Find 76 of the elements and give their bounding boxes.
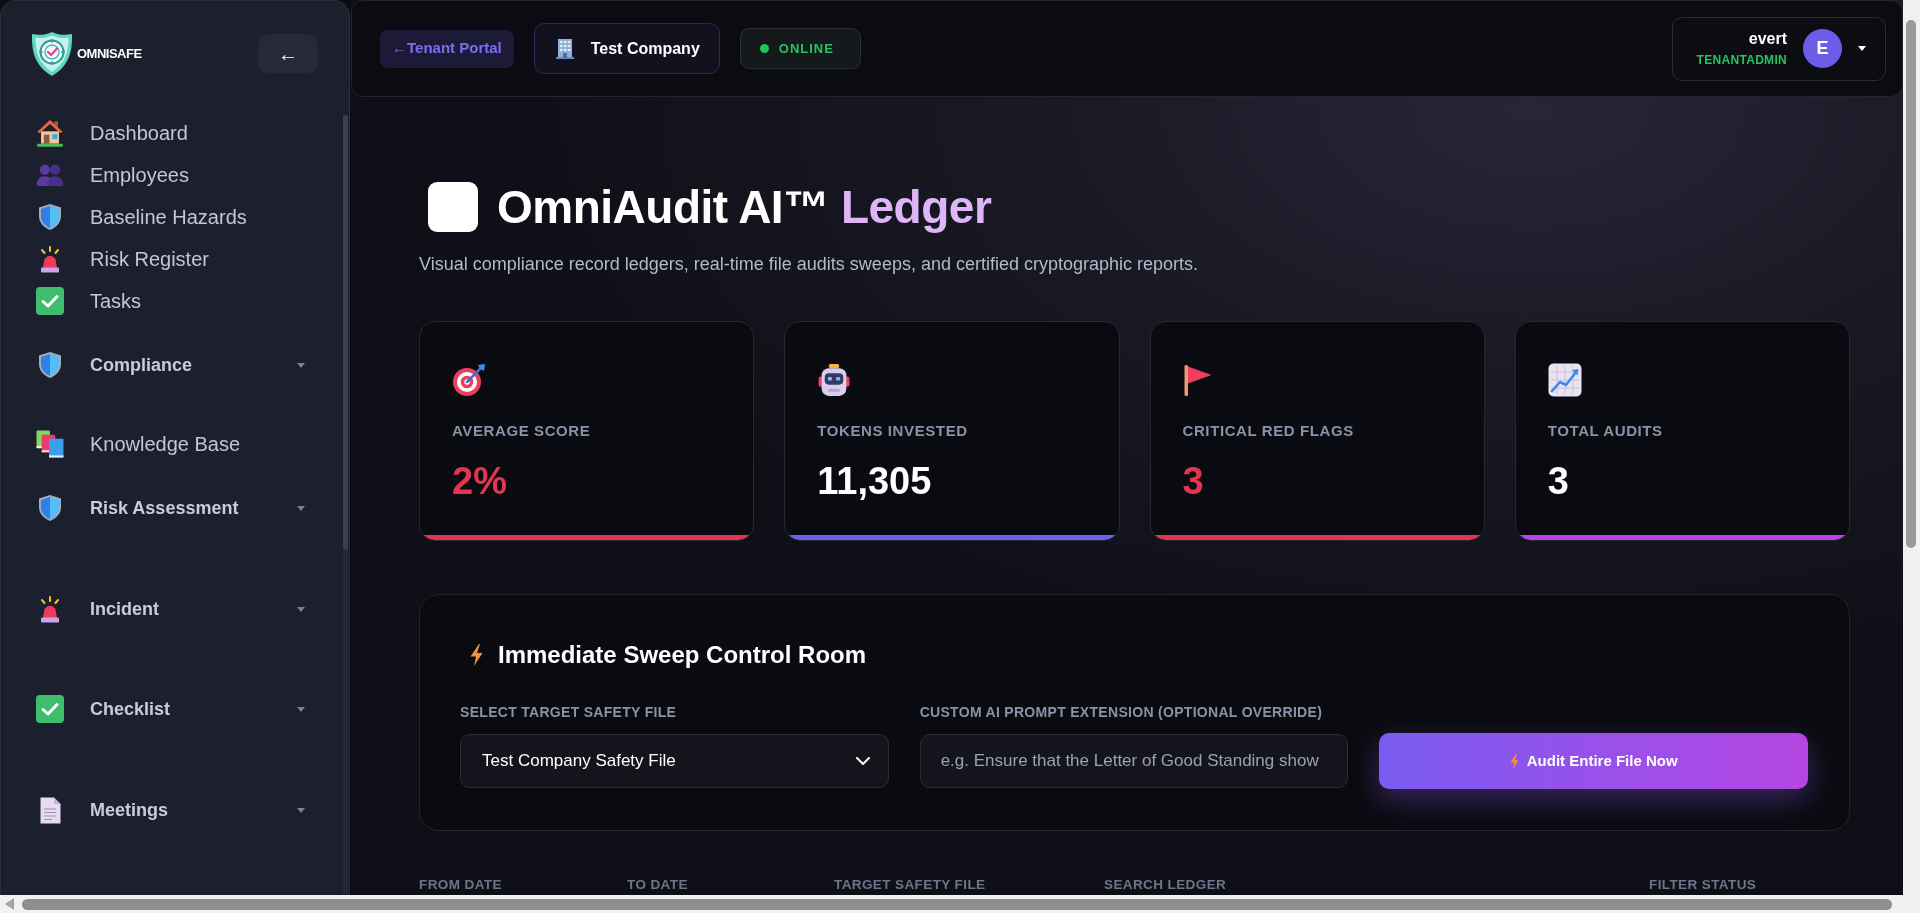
- stat-value: 3: [1547, 459, 1569, 503]
- caret-icon: [297, 362, 305, 368]
- stat-label: AVERAGE SCORE: [452, 422, 591, 440]
- books-icon: [36, 430, 64, 458]
- vertical-scrollbar[interactable]: [1903, 0, 1920, 895]
- page-title: OmniAudit AI™ Ledger: [497, 182, 992, 232]
- checkmark-icon: [36, 695, 64, 723]
- house-icon: [36, 119, 64, 147]
- nav-item[interactable]: Baseline Hazards: [36, 196, 305, 238]
- caret-icon: [1858, 46, 1866, 51]
- status-text: ONLINE: [778, 39, 834, 58]
- flag-icon: [1182, 363, 1213, 397]
- nav-section-toggle[interactable]: Incident: [36, 588, 305, 630]
- nav-section-toggle[interactable]: Meetings: [36, 789, 305, 831]
- siren-icon: [40, 595, 60, 623]
- checkmark-icon: [36, 287, 64, 315]
- company-switcher[interactable]: Test Company: [533, 23, 720, 74]
- caret-icon: [297, 807, 305, 813]
- field-label: SELECT TARGET SAFETY FILE: [460, 703, 678, 721]
- chart-icon: [1547, 363, 1582, 397]
- lightning-icon: [470, 644, 483, 666]
- caret-icon: [297, 606, 305, 612]
- field-label: CUSTOM AI PROMPT EXTENSION (OPTIONAL OVERRIDE): [919, 703, 1324, 721]
- nav-section-toggle[interactable]: Risk Assessment: [36, 487, 305, 529]
- scrollbar-thumb[interactable]: [1906, 20, 1916, 548]
- stat-label: TOTAL AUDITS: [1547, 422, 1663, 440]
- nav-section-toggle[interactable]: Checklist: [36, 688, 305, 730]
- document-icon: [39, 796, 61, 824]
- logo-text: OMNISAFE: [77, 45, 142, 64]
- nav-item[interactable]: Risk Register: [36, 238, 305, 280]
- user-name: evert: [1748, 29, 1787, 49]
- people-icon: [36, 164, 64, 186]
- shield-icon: [39, 352, 61, 378]
- nav-section-toggle[interactable]: Compliance: [36, 344, 305, 386]
- horizontal-scrollbar[interactable]: [0, 895, 1920, 913]
- shield-icon: [39, 204, 61, 230]
- filter-label: FROM DATE: [419, 877, 502, 893]
- nav-item[interactable]: Tasks: [36, 280, 305, 322]
- tenant-portal-link[interactable]: ←Tenant Portal: [380, 29, 514, 68]
- status-dot-icon: [759, 44, 769, 53]
- chevron-icon: [855, 757, 870, 765]
- page-subtitle: Visual compliance record ledgers, real-time file audits sweeps, and certified cryptographic reports.: [419, 253, 1200, 276]
- filter-label: TARGET SAFETY FILE: [834, 877, 986, 893]
- building-icon: [555, 38, 574, 59]
- stat-label: TOKENS INVESTED: [817, 422, 968, 440]
- shield-icon: [39, 495, 61, 521]
- panel-title: Immediate Sweep Control Room: [498, 640, 867, 670]
- caret-icon: [297, 706, 305, 712]
- logo-icon: [31, 31, 73, 77]
- sidebar-scrollbar[interactable]: [343, 115, 348, 895]
- user-avatar: E: [1803, 29, 1842, 68]
- filter-label: TO DATE: [627, 877, 688, 893]
- safety-file-select[interactable]: Test Company Safety File: [460, 734, 889, 788]
- user-role: TENANTADMIN: [1696, 53, 1787, 68]
- prompt-input[interactable]: e.g. Ensure that the Letter of Good Standing show: [919, 734, 1349, 788]
- stat-label: CRITICAL RED FLAGS: [1182, 422, 1354, 440]
- collapse-button[interactable]: ←: [258, 34, 318, 73]
- nav-item[interactable]: Dashboard: [36, 112, 305, 154]
- filter-label: FILTER STATUS: [1649, 877, 1757, 893]
- scroll-left-arrow-icon: [5, 898, 14, 910]
- caret-icon: [297, 505, 305, 511]
- nav-item[interactable]: Employees: [36, 154, 305, 196]
- lightning-icon: [1509, 753, 1519, 769]
- scrollbar-thumb[interactable]: [343, 115, 348, 550]
- square-icon: [428, 182, 478, 232]
- stat-value: 3: [1182, 459, 1204, 503]
- stat-value: 2%: [452, 459, 507, 503]
- siren-icon: [40, 245, 60, 273]
- filter-label: SEARCH LEDGER: [1104, 877, 1227, 893]
- user-menu[interactable]: evert TENANTADMIN E: [1672, 16, 1886, 81]
- audit-button[interactable]: Audit Entire File Now: [1379, 733, 1808, 789]
- scrollbar-thumb[interactable]: [22, 898, 1892, 910]
- nav-item[interactable]: Knowledge Base: [36, 423, 305, 465]
- target-icon: [452, 363, 486, 397]
- stat-value: 11,305: [817, 459, 932, 503]
- robot-icon: [817, 363, 852, 397]
